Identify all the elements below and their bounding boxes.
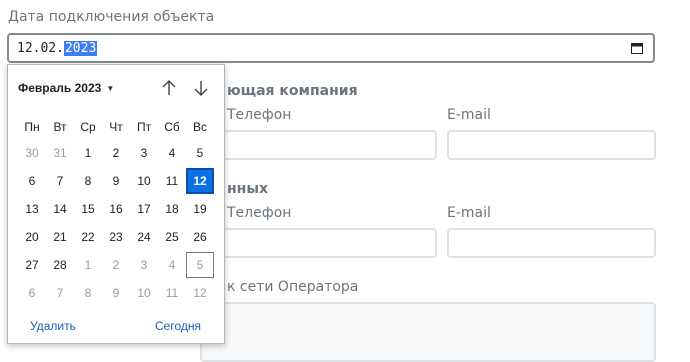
calendar-day[interactable]: 21 bbox=[46, 224, 74, 250]
calendar-day[interactable]: 14 bbox=[46, 196, 74, 222]
month-year-selector[interactable]: Февраль 2023 ▼ bbox=[18, 81, 114, 95]
calendar-day[interactable]: 24 bbox=[130, 224, 158, 250]
date-picker-popup: Февраль 2023 ▼ Пн Вт Ср Чт Пт Сб Вс 30 3… bbox=[7, 64, 225, 344]
calendar-day[interactable]: 23 bbox=[102, 224, 130, 250]
phone-label-2: Телефон bbox=[227, 205, 292, 221]
calendar-day[interactable]: 11 bbox=[158, 280, 186, 306]
calendar-week-row: 13 14 15 16 17 18 19 bbox=[18, 196, 214, 222]
email-field-1[interactable] bbox=[447, 130, 656, 160]
month-year-label: Февраль 2023 bbox=[18, 81, 102, 95]
operator-textarea[interactable] bbox=[200, 302, 656, 362]
dropdown-caret-icon: ▼ bbox=[106, 83, 115, 93]
operator-label: к сети Оператора bbox=[227, 279, 359, 295]
calendar-day[interactable]: 9 bbox=[102, 168, 130, 194]
today-button[interactable]: Сегодня bbox=[155, 319, 201, 333]
arrow-up-icon bbox=[162, 80, 176, 95]
calendar-day[interactable]: 1 bbox=[74, 252, 102, 278]
calendar-day[interactable]: 9 bbox=[102, 280, 130, 306]
weekday-label: Вт bbox=[53, 120, 67, 134]
calendar-day[interactable]: 6 bbox=[18, 168, 46, 194]
previous-month-button[interactable] bbox=[158, 77, 180, 99]
calendar-day-focused[interactable]: 5 bbox=[186, 252, 214, 278]
calendar-day[interactable]: 8 bbox=[74, 280, 102, 306]
calendar-day[interactable]: 10 bbox=[130, 280, 158, 306]
calendar-day[interactable]: 11 bbox=[158, 168, 186, 194]
weekday-label: Сб bbox=[164, 120, 180, 134]
connection-date-label: Дата подключения объекта bbox=[8, 9, 215, 25]
date-day[interactable]: 12 bbox=[17, 41, 33, 56]
calendar-day[interactable]: 22 bbox=[74, 224, 102, 250]
calendar-week-row: 6 7 8 9 10 11 12 bbox=[18, 280, 214, 306]
calendar-day-selected[interactable]: 12 bbox=[186, 168, 214, 194]
weekday-label: Чт bbox=[109, 120, 123, 134]
calendar-day[interactable]: 2 bbox=[102, 140, 130, 166]
calendar-day[interactable]: 17 bbox=[130, 196, 158, 222]
date-year[interactable]: 2023 bbox=[63, 40, 98, 56]
calendar-week-row: 20 21 22 23 24 25 26 bbox=[18, 224, 214, 250]
calendar-day[interactable]: 19 bbox=[186, 196, 214, 222]
next-month-button[interactable] bbox=[190, 77, 212, 99]
calendar-day[interactable]: 7 bbox=[46, 280, 74, 306]
calendar-day[interactable]: 25 bbox=[158, 224, 186, 250]
arrow-down-icon bbox=[194, 81, 208, 96]
weekday-label: Пн bbox=[24, 120, 40, 134]
calendar-day[interactable]: 4 bbox=[158, 252, 186, 278]
calendar-day[interactable]: 3 bbox=[130, 140, 158, 166]
calendar-day[interactable]: 5 bbox=[186, 140, 214, 166]
weekday-label: Ср bbox=[80, 120, 96, 134]
calendar-day[interactable]: 2 bbox=[102, 252, 130, 278]
weekday-header-row: Пн Вт Ср Чт Пт Сб Вс bbox=[18, 117, 214, 137]
date-month[interactable]: 02 bbox=[40, 41, 56, 56]
calendar-day[interactable]: 1 bbox=[74, 140, 102, 166]
calendar-day[interactable]: 12 bbox=[186, 280, 214, 306]
calendar-day[interactable]: 16 bbox=[102, 196, 130, 222]
calendar-day[interactable]: 18 bbox=[158, 196, 186, 222]
clear-button[interactable]: Удалить bbox=[30, 319, 76, 333]
calendar-day[interactable]: 4 bbox=[158, 140, 186, 166]
calendar-day[interactable]: 28 bbox=[46, 252, 74, 278]
email-label-1: E-mail bbox=[447, 107, 491, 123]
calendar-icon[interactable] bbox=[631, 42, 643, 54]
calendar-day[interactable]: 30 bbox=[18, 140, 46, 166]
weekday-label: Вс bbox=[192, 120, 207, 134]
calendar-day[interactable]: 31 bbox=[46, 140, 74, 166]
phone-label-1: Телефон bbox=[227, 107, 292, 123]
calendar-day[interactable]: 7 bbox=[46, 168, 74, 194]
section-data-title: нных bbox=[227, 181, 269, 197]
connection-date-input[interactable]: 12 . 02 . 2023 bbox=[7, 33, 655, 63]
calendar-day[interactable]: 26 bbox=[186, 224, 214, 250]
calendar-week-row: 30 31 1 2 3 4 5 bbox=[18, 140, 214, 166]
section-company-title: ющая компания bbox=[227, 83, 358, 99]
date-sep-1: . bbox=[32, 40, 41, 56]
calendar-day[interactable]: 13 bbox=[18, 196, 46, 222]
date-sep-2: . bbox=[56, 40, 64, 56]
calendar-day[interactable]: 10 bbox=[130, 168, 158, 194]
calendar-week-row: 27 28 1 2 3 4 5 bbox=[18, 252, 214, 278]
phone-field-1[interactable] bbox=[200, 130, 437, 160]
email-field-2[interactable] bbox=[447, 228, 656, 258]
email-label-2: E-mail bbox=[447, 205, 491, 221]
calendar-day[interactable]: 3 bbox=[130, 252, 158, 278]
calendar-day[interactable]: 8 bbox=[74, 168, 102, 194]
calendar-day[interactable]: 27 bbox=[18, 252, 46, 278]
calendar-day[interactable]: 15 bbox=[74, 196, 102, 222]
calendar-day[interactable]: 6 bbox=[18, 280, 46, 306]
calendar-day[interactable]: 20 bbox=[18, 224, 46, 250]
calendar-week-row: 6 7 8 9 10 11 12 bbox=[18, 168, 214, 194]
phone-field-2[interactable] bbox=[200, 228, 437, 258]
weekday-label: Пт bbox=[136, 120, 152, 134]
